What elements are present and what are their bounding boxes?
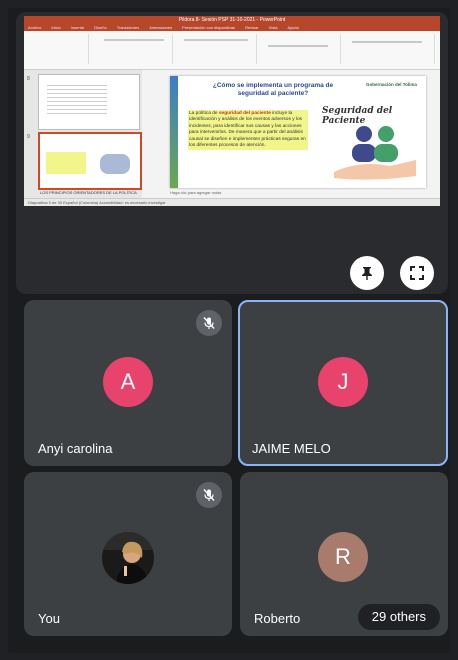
current-slide: ¿Cómo se implementa un programa de segur… — [170, 76, 426, 188]
thumb-number: 9 — [27, 134, 30, 140]
slide-title: ¿Cómo se implementa un programa de segur… — [212, 82, 334, 97]
others-count-button[interactable]: 29 others — [357, 604, 440, 630]
ppt-tab: Inicio — [51, 25, 61, 30]
participant-name: Anyi carolina — [38, 441, 113, 456]
mic-off-icon — [203, 489, 215, 501]
slide-accent-band — [170, 76, 178, 188]
slide-logo: Gobernación del Tolima — [366, 82, 417, 87]
ribbon-control — [184, 39, 248, 41]
ppt-tab: Archivo — [28, 25, 42, 30]
slide-thumbnail-selected — [38, 132, 142, 190]
mic-off-indicator — [196, 482, 222, 508]
ppt-tab: Ayuda — [287, 25, 299, 30]
ppt-ribbon — [24, 31, 440, 70]
ppt-tab: Revisar — [245, 25, 259, 30]
ppt-tab: Presentación con diapositivas — [182, 25, 236, 30]
fullscreen-icon — [410, 266, 424, 280]
participant-tile-self[interactable]: You — [24, 472, 232, 636]
participant-name: You — [38, 611, 60, 626]
ribbon-group — [260, 34, 341, 64]
ppt-tab: Diseño — [94, 25, 107, 30]
ribbon-control — [104, 39, 164, 41]
patient-illustration — [334, 126, 416, 180]
participant-name: JAIME MELO — [252, 441, 331, 456]
ppt-window-title: Pildora 8- Sesión PSP 31-10-2021 - Power… — [24, 16, 440, 24]
avatar: J — [318, 357, 368, 407]
mic-off-icon — [203, 317, 215, 329]
notes-placeholder: Haga clic para agregar notas — [170, 190, 222, 195]
ribbon-group — [344, 34, 435, 64]
ppt-ribbon-tabs: Archivo Inicio Insertar Diseño Transicio… — [24, 24, 440, 31]
pin-icon — [362, 267, 372, 280]
profile-photo — [102, 532, 154, 584]
ppt-status-bar: Diapositiva 9 de 33 Español (Colombia) A… — [24, 198, 440, 206]
participant-tile[interactable]: A Anyi carolina — [24, 300, 232, 466]
slide-thumbnail — [38, 74, 140, 130]
ribbon-group — [28, 34, 89, 64]
ppt-tab: Animaciones — [149, 25, 173, 30]
pin-button[interactable] — [350, 256, 384, 290]
shared-screen: Pildora 8- Sesión PSP 31-10-2021 - Power… — [24, 16, 440, 206]
fullscreen-button[interactable] — [400, 256, 434, 290]
thumbnail-caption: LOS PRINCIPIOS ORIENTADORES DE LA POLÍTI… — [40, 190, 137, 195]
avatar: R — [318, 532, 368, 582]
presentation-tile[interactable]: Pildora 8- Sesión PSP 31-10-2021 - Power… — [16, 12, 448, 294]
ppt-tab: Insertar — [70, 25, 85, 30]
participant-name: Roberto — [254, 611, 301, 626]
ribbon-control — [352, 41, 422, 43]
ppt-tab: Vista — [268, 25, 278, 30]
avatar: A — [103, 357, 153, 407]
ppt-tab: Transiciones — [116, 25, 140, 30]
slide-body: La política de seguridad del paciente in… — [188, 110, 308, 151]
participant-tile-active[interactable]: J JAIME MELO — [238, 300, 448, 466]
slide-thumbnail-pane: 8 9 LOS PRINCIPIOS ORIENTADORES DE LA PO… — [24, 70, 142, 198]
mic-off-indicator — [196, 310, 222, 336]
thumb-number: 8 — [27, 76, 30, 82]
ribbon-control — [268, 45, 328, 47]
participant-tile[interactable]: R Roberto 29 others — [240, 472, 448, 636]
